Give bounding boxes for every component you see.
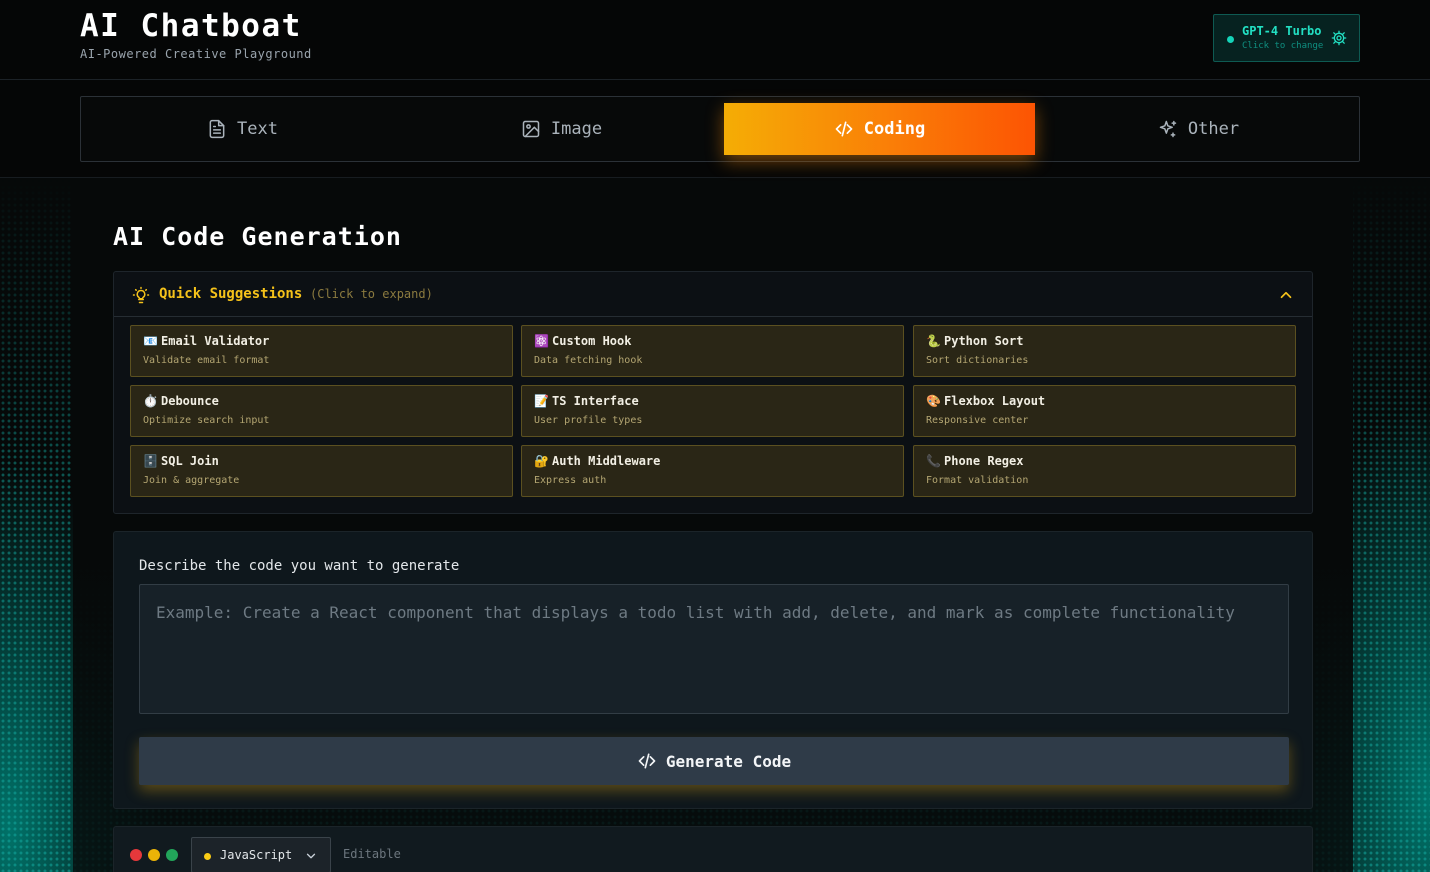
- suggestion-card-sql-join[interactable]: 🗄️ SQL Join Join & aggregate: [130, 445, 513, 497]
- tab-label: Text: [237, 119, 278, 139]
- app-header: AI Chatboat AI-Powered Creative Playgrou…: [0, 0, 1430, 80]
- window-maximize-dot: [166, 849, 178, 861]
- suggestion-desc: User profile types: [534, 415, 643, 426]
- lock-key-emoji-icon: 🔐: [534, 454, 549, 468]
- sparkles-icon: [1159, 120, 1177, 138]
- page-title: AI Code Generation: [113, 222, 402, 251]
- suggestion-desc: Format validation: [926, 475, 1029, 486]
- lightbulb-icon: [132, 286, 150, 304]
- suggestion-title: Custom Hook: [552, 334, 632, 348]
- gear-icon: [1331, 30, 1347, 46]
- prompt-panel: Describe the code you want to generate G…: [113, 531, 1313, 809]
- suggestion-title: Auth Middleware: [552, 454, 661, 468]
- app-title: AI Chatboat: [80, 8, 302, 44]
- editor-mode-label: Editable: [343, 847, 401, 861]
- atom-emoji-icon: ⚛️: [534, 334, 549, 348]
- language-select[interactable]: JavaScript: [191, 837, 331, 872]
- suggestion-desc: Express auth: [534, 475, 607, 486]
- chevron-down-icon: [306, 853, 316, 859]
- suggestion-card-custom-hook[interactable]: ⚛️ Custom Hook Data fetching hook: [521, 325, 904, 377]
- tab-other[interactable]: Other: [1043, 103, 1354, 155]
- suggestion-card-auth-middleware[interactable]: 🔐 Auth Middleware Express auth: [521, 445, 904, 497]
- model-hint: Click to change: [1242, 41, 1324, 51]
- quick-suggestions-toggle[interactable]: Quick Suggestions (Click to expand): [114, 272, 1312, 317]
- tab-image[interactable]: Image: [406, 103, 717, 155]
- suggestion-desc: Join & aggregate: [143, 475, 240, 486]
- snake-emoji-icon: 🐍: [926, 334, 941, 348]
- suggestion-desc: Optimize search input: [143, 415, 270, 426]
- model-name: GPT-4 Turbo: [1242, 24, 1322, 38]
- generate-code-button[interactable]: Generate Code: [139, 737, 1289, 785]
- prompt-label: Describe the code you want to generate: [139, 558, 460, 574]
- memo-emoji-icon: 📝: [534, 394, 549, 408]
- file-cabinet-emoji-icon: 🗄️: [143, 454, 158, 468]
- palette-emoji-icon: 🎨: [926, 394, 941, 408]
- suggestion-title: Debounce: [161, 394, 219, 408]
- code-icon: [835, 121, 853, 137]
- quick-suggestions-title: Quick Suggestions: [159, 286, 303, 302]
- suggestion-title: TS Interface: [552, 394, 639, 408]
- suggestion-title: Email Validator: [161, 334, 270, 348]
- language-color-dot: [204, 853, 211, 860]
- code-prompt-input[interactable]: [139, 584, 1289, 714]
- code-editor-toolbar: JavaScript Editable: [113, 826, 1313, 872]
- tab-label: Other: [1187, 119, 1240, 139]
- suggestion-card-phone-regex[interactable]: 📞 Phone Regex Format validation: [913, 445, 1296, 497]
- suggestion-title: Phone Regex: [944, 454, 1024, 468]
- image-icon: [522, 120, 540, 138]
- code-icon: [638, 753, 656, 769]
- suggestion-desc: Responsive center: [926, 415, 1029, 426]
- suggestion-card-python-sort[interactable]: 🐍 Python Sort Sort dictionaries: [913, 325, 1296, 377]
- window-close-dot: [130, 849, 142, 861]
- model-status-dot: [1227, 36, 1234, 43]
- tab-label: Image: [550, 119, 603, 139]
- suggestion-card-debounce[interactable]: ⏱️ Debounce Optimize search input: [130, 385, 513, 437]
- suggestion-card-email-validator[interactable]: 📧 Email Validator Validate email format: [130, 325, 513, 377]
- mode-tabbar-container: Text Image Coding Other: [0, 80, 1430, 178]
- suggestion-title: Python Sort: [944, 334, 1024, 348]
- suggestion-desc: Sort dictionaries: [926, 355, 1029, 366]
- phone-emoji-icon: 📞: [926, 454, 941, 468]
- app-subtitle: AI-Powered Creative Playground: [80, 47, 312, 61]
- chevron-up-icon: [1280, 291, 1292, 299]
- mode-tabbar: Text Image Coding Other: [80, 96, 1360, 162]
- language-select-value: JavaScript: [220, 848, 293, 862]
- quick-suggestions-hint: (Click to expand): [310, 287, 433, 301]
- tab-text[interactable]: Text: [87, 103, 398, 155]
- stopwatch-emoji-icon: ⏱️: [143, 394, 158, 408]
- suggestion-title: SQL Join: [161, 454, 219, 468]
- tab-label: Coding: [863, 119, 926, 139]
- window-minimize-dot: [148, 849, 160, 861]
- suggestion-card-flexbox-layout[interactable]: 🎨 Flexbox Layout Responsive center: [913, 385, 1296, 437]
- email-emoji-icon: 📧: [143, 334, 158, 348]
- suggestion-title: Flexbox Layout: [944, 394, 1046, 408]
- quick-suggestions-panel: Quick Suggestions (Click to expand) 📧 Ema…: [113, 271, 1313, 514]
- suggestion-card-ts-interface[interactable]: 📝 TS Interface User profile types: [521, 385, 904, 437]
- model-picker-button[interactable]: GPT-4 Turbo Click to change: [1213, 14, 1360, 62]
- suggestion-desc: Validate email format: [143, 355, 270, 366]
- generate-code-label: Generate Code: [665, 751, 792, 771]
- tab-coding[interactable]: Coding: [724, 103, 1035, 155]
- suggestion-desc: Data fetching hook: [534, 355, 643, 366]
- document-icon: [209, 119, 225, 139]
